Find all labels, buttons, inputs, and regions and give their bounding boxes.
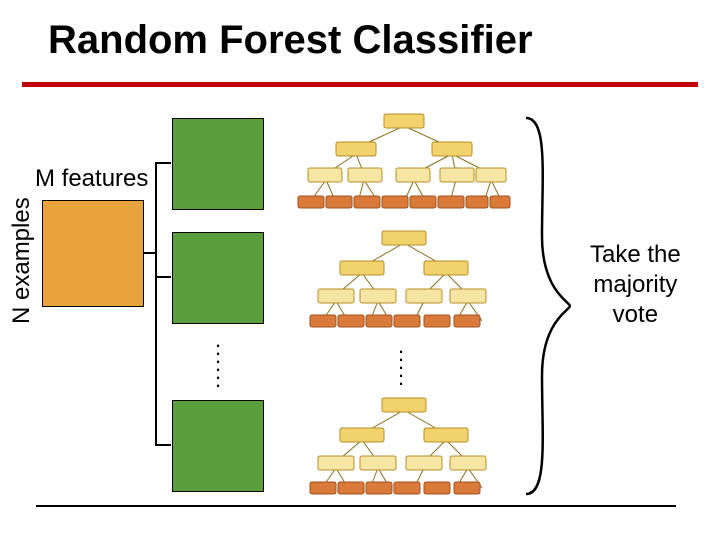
bootstrap-sample-2: [172, 232, 264, 324]
bootstrap-sample-3: [172, 400, 264, 492]
vote-line-3: vote: [590, 300, 681, 330]
vote-line-1: Take the: [590, 240, 681, 270]
connector: [143, 252, 155, 254]
ellipsis-vertical-icon: .....: [398, 342, 404, 382]
connector: [155, 162, 157, 446]
bootstrap-sample-1: [172, 118, 264, 210]
m-features-label: M features: [35, 165, 148, 193]
majority-vote-label: Take the majority vote: [590, 240, 681, 330]
decision-tree-3: [296, 392, 511, 502]
curly-brace-icon: [518, 116, 576, 496]
vote-line-2: majority: [590, 270, 681, 300]
page-title: Random Forest Classifier: [48, 18, 533, 63]
title-underline: [22, 82, 698, 87]
connector: [155, 276, 171, 278]
slide: Random Forest Classifier M features N ex…: [0, 0, 720, 540]
bottom-rule: [36, 505, 676, 507]
connector: [155, 444, 171, 446]
decision-tree-2: [296, 225, 511, 335]
input-dataset-box: [42, 200, 144, 307]
connector: [155, 162, 171, 164]
ellipsis-vertical-icon: ......: [215, 336, 221, 384]
n-examples-label: N examples: [8, 197, 36, 324]
decision-tree-1: [296, 108, 511, 218]
